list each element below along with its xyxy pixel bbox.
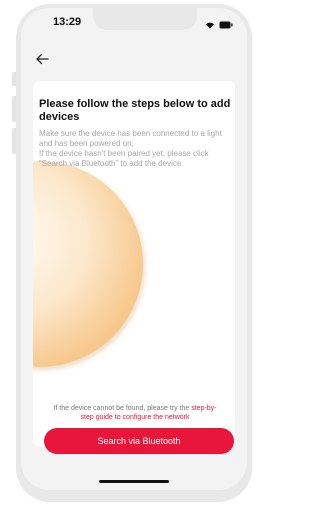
page: 13:29 Please follow the steps below to a… xyxy=(0,0,255,509)
status-time: 13:29 xyxy=(53,16,82,28)
battery-icon xyxy=(219,16,233,34)
wifi-icon xyxy=(205,16,215,34)
phone-notch xyxy=(93,8,197,30)
status-icons xyxy=(205,16,233,34)
hint-text: If the device cannot be found, please tr… xyxy=(53,405,192,412)
light-glow-illustration xyxy=(33,161,143,367)
instruction-step-2: If the device hasn't been paired yet, pl… xyxy=(39,149,209,168)
home-indicator xyxy=(99,480,169,483)
instruction-card: Please follow the steps below to add dev… xyxy=(33,81,235,447)
not-found-hint: If the device cannot be found, please tr… xyxy=(51,404,219,422)
back-arrow-icon[interactable] xyxy=(31,48,53,70)
app-screen: 13:29 Please follow the steps below to a… xyxy=(21,8,247,490)
page-title: Please follow the steps below to add dev… xyxy=(39,98,231,123)
search-via-bluetooth-button[interactable]: Search via Bluetooth xyxy=(44,428,234,454)
instruction-text: Make sure the device has been connected … xyxy=(39,129,231,169)
instruction-step-1: Make sure the device has been connected … xyxy=(39,129,222,148)
